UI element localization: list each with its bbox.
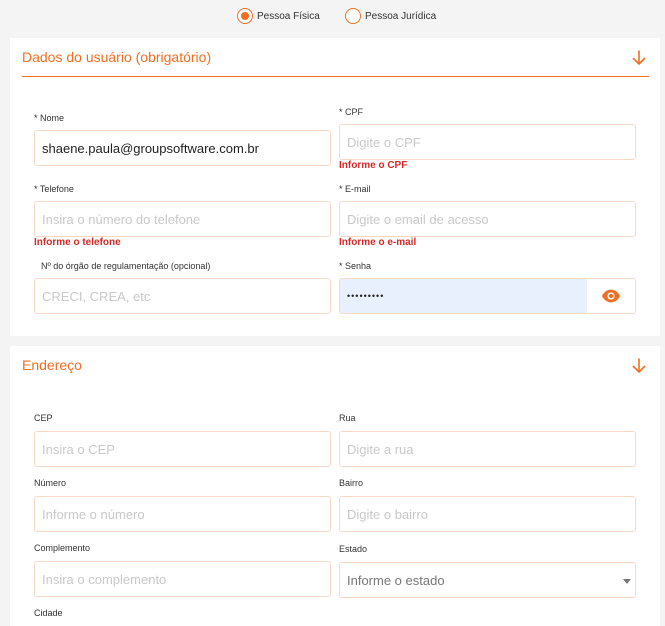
rua-placeholder: Digite a rua bbox=[347, 441, 414, 457]
radio-pessoa-fisica[interactable]: Pessoa Física bbox=[237, 8, 320, 24]
estado-select[interactable]: Informe o estado bbox=[339, 562, 636, 598]
numero-label: Número bbox=[34, 478, 67, 488]
radio-unchecked-icon bbox=[345, 8, 361, 24]
registro-label: Nº do órgão de regulamentação (opcional) bbox=[41, 261, 211, 271]
complemento-label: Complemento bbox=[34, 543, 91, 553]
radio-checked-icon bbox=[237, 8, 253, 24]
registro-placeholder: CRECI, CREA, etc bbox=[42, 288, 151, 304]
senha-value: ••••••••• bbox=[347, 291, 385, 301]
telefone-error: Informe o telefone bbox=[34, 237, 121, 248]
telefone-placeholder: Insira o número do telefone bbox=[42, 211, 201, 227]
numero-input[interactable]: Informe o número bbox=[34, 496, 331, 532]
estado-label: Estado bbox=[339, 544, 368, 554]
caret-down-icon bbox=[623, 579, 631, 584]
rua-input[interactable]: Digite a rua bbox=[339, 431, 636, 467]
radio-label: Pessoa Jurídica bbox=[365, 10, 437, 22]
user-data-section: Dados do usuário (obrigatório) * Nome sh… bbox=[10, 38, 660, 336]
section-title: Endereço bbox=[22, 357, 82, 373]
email-label: * E-mail bbox=[339, 184, 371, 194]
nome-value: shaene.paula@groupsoftware.com.br bbox=[42, 140, 259, 156]
cpf-label: * CPF bbox=[339, 107, 364, 117]
rua-label: Rua bbox=[339, 413, 356, 423]
cep-input[interactable]: Insira o CEP bbox=[34, 431, 331, 467]
cep-label: CEP bbox=[34, 413, 53, 423]
eye-icon[interactable] bbox=[601, 288, 621, 304]
address-section: Endereço CEP Insira o CEP Rua Digite a r… bbox=[10, 346, 660, 626]
radio-label: Pessoa Física bbox=[257, 10, 320, 22]
complemento-placeholder: Insira o complemento bbox=[42, 571, 167, 587]
nome-input[interactable]: shaene.paula@groupsoftware.com.br bbox=[34, 130, 331, 166]
cpf-placeholder: Digite o CPF bbox=[347, 134, 421, 150]
section-title: Dados do usuário (obrigatório) bbox=[22, 49, 212, 65]
estado-selected: Informe o estado bbox=[347, 572, 445, 588]
senha-label: * Senha bbox=[339, 261, 372, 271]
bairro-input[interactable]: Digite o bairro bbox=[339, 496, 636, 532]
email-input[interactable]: Digite o email de acesso bbox=[339, 201, 636, 237]
senha-input[interactable]: ••••••••• bbox=[340, 279, 587, 313]
telefone-label: * Telefone bbox=[34, 184, 74, 194]
radio-pessoa-juridica[interactable]: Pessoa Jurídica bbox=[345, 8, 436, 24]
numero-placeholder: Informe o número bbox=[42, 506, 145, 522]
email-placeholder: Digite o email de acesso bbox=[347, 211, 489, 227]
complemento-input[interactable]: Insira o complemento bbox=[34, 561, 331, 597]
cep-placeholder: Insira o CEP bbox=[42, 441, 115, 457]
cpf-error: Informe o CPF bbox=[339, 160, 408, 171]
senha-field: ••••••••• bbox=[339, 278, 636, 314]
cidade-label: Cidade bbox=[34, 608, 63, 618]
arrow-down-icon[interactable] bbox=[632, 50, 646, 66]
cpf-input[interactable]: Digite o CPF bbox=[339, 124, 636, 160]
bairro-label: Bairro bbox=[339, 478, 364, 488]
bairro-placeholder: Digite o bairro bbox=[347, 506, 428, 522]
registro-input[interactable]: CRECI, CREA, etc bbox=[34, 278, 331, 314]
arrow-down-icon[interactable] bbox=[632, 358, 646, 374]
person-type-selector: Pessoa Física Pessoa Jurídica bbox=[0, 8, 665, 26]
section-divider bbox=[22, 76, 649, 77]
email-error: Informe o e-mail bbox=[339, 237, 417, 248]
nome-label: * Nome bbox=[34, 113, 65, 123]
telefone-input[interactable]: Insira o número do telefone bbox=[34, 201, 331, 237]
